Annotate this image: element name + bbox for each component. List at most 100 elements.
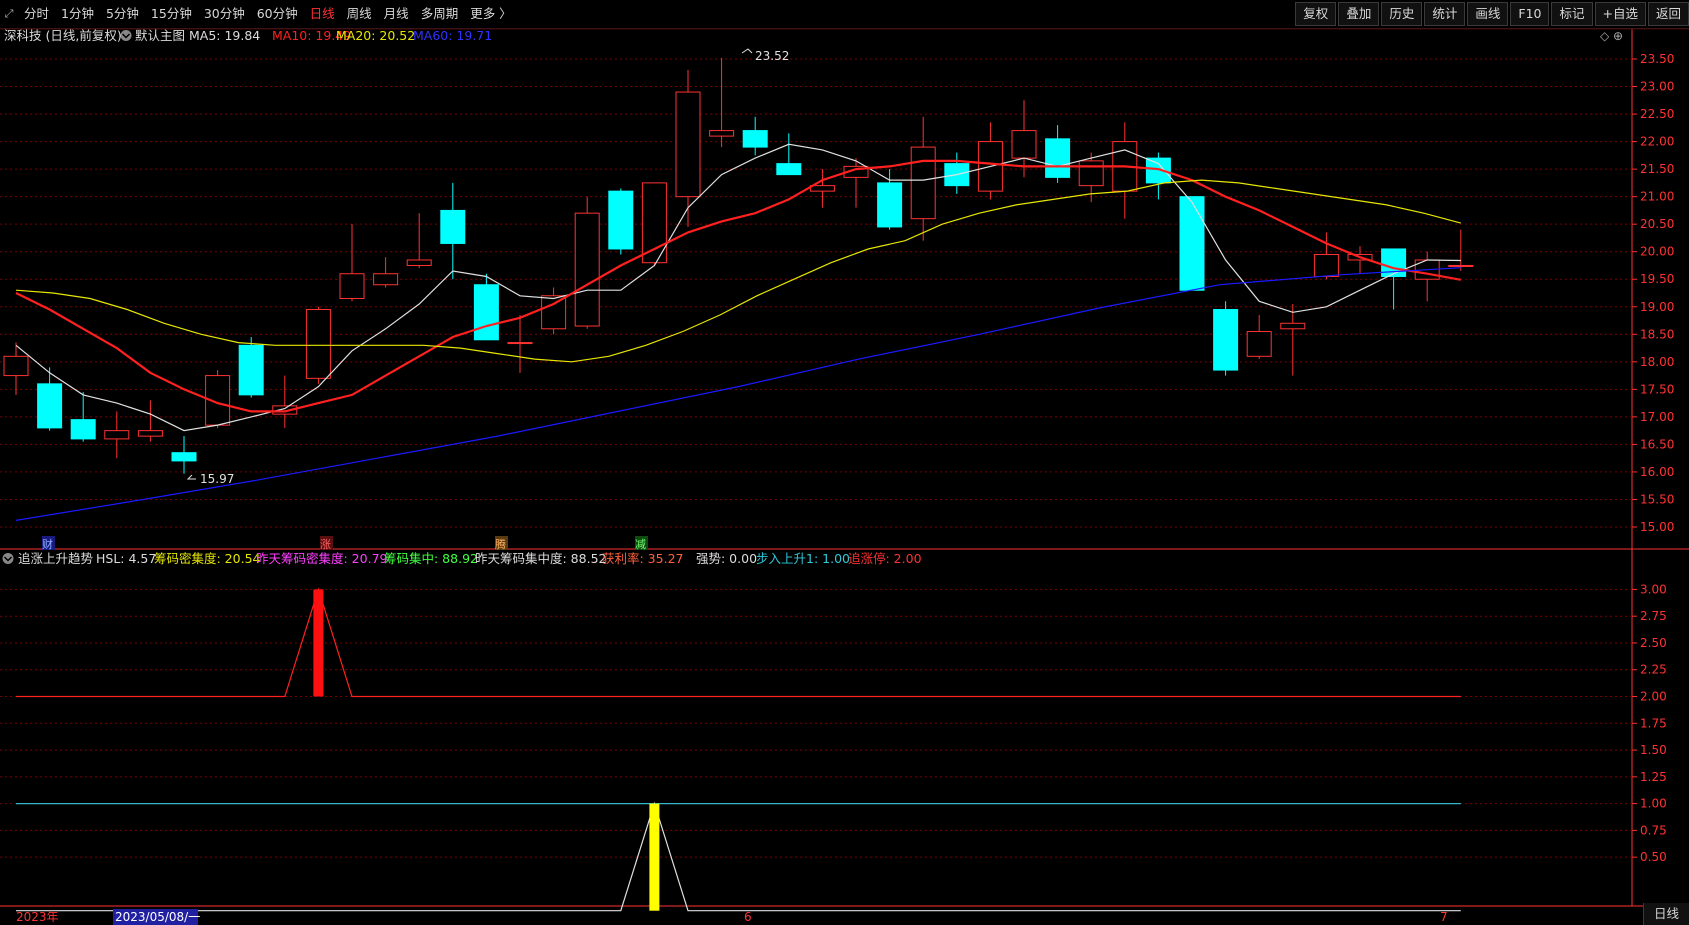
candle: [1448, 229, 1474, 271]
price-tick-label: 22.00: [1640, 135, 1674, 149]
candlestick-plot: [3, 57, 1474, 521]
month-label-7: 7: [1440, 910, 1448, 924]
price-tick-label: 21.50: [1640, 162, 1674, 176]
indicator-tick-label: 2.75: [1640, 609, 1667, 623]
candle: [541, 287, 567, 335]
candle-body: [1045, 138, 1071, 178]
candle: [104, 411, 130, 459]
indicator-line-2: [16, 801, 1461, 912]
indicator-tick-label: 0.50: [1640, 850, 1667, 864]
candle-body: [574, 212, 600, 327]
candle: [1246, 315, 1272, 360]
price-tick-label: 19.00: [1640, 300, 1674, 314]
candle-body: [70, 419, 96, 440]
min-price-label: 15.97: [200, 472, 234, 486]
candle-body: [171, 452, 197, 462]
price-tick-label: 23.00: [1640, 80, 1674, 94]
ma-line-ma20: [15, 179, 1461, 363]
candle-body: [675, 91, 701, 198]
indicator-name[interactable]: 追涨上升趋势: [18, 551, 94, 566]
candle: [238, 337, 264, 398]
candle: [507, 315, 533, 373]
event-marker-reduce-label: 减: [635, 538, 646, 551]
price-tick-label: 16.00: [1640, 465, 1674, 479]
candle: [675, 70, 701, 227]
price-tick-label: 18.50: [1640, 327, 1674, 341]
cmjz-label: 筹码集中: 88.92: [384, 551, 478, 566]
main-chart-header: 深科技 (日线,前复权) 默认主图 MA5: 19.84 MA10: 19.49…: [4, 28, 1623, 43]
date-axis: 2023年 2023/05/08/一 6 7: [16, 909, 1448, 925]
cursor-date-label: 2023/05/08/一: [115, 910, 200, 924]
price-tick-label: 18.00: [1640, 355, 1674, 369]
candle: [709, 57, 735, 148]
status-bar: 日线: [1642, 903, 1689, 925]
main-chart-name[interactable]: 默认主图: [135, 28, 185, 43]
zt-cmjz-label: 昨天筹码集中度: 88.52: [475, 551, 606, 566]
period-status-button[interactable]: 日线: [1642, 903, 1689, 925]
indicator-tick-label: 1.00: [1640, 797, 1667, 811]
candle: [944, 152, 970, 194]
candle: [574, 196, 600, 329]
candle-body: [1011, 130, 1037, 159]
candle: [3, 342, 29, 395]
candle-body: [1280, 322, 1306, 330]
event-marker-news-label: 腾: [495, 537, 506, 551]
event-marker-limitup-label: 涨: [320, 538, 331, 551]
candle-body: [541, 295, 567, 330]
candle-body: [1448, 264, 1474, 267]
price-tick-label: 15.50: [1640, 492, 1674, 506]
chart-settings-icons[interactable]: ◇ ⊕: [1600, 29, 1623, 43]
candle-body: [742, 130, 768, 148]
min-arrow-icon: [186, 474, 196, 480]
ma20-label: MA20: 20.52: [336, 28, 415, 43]
indicator-tick-label: 2.00: [1640, 690, 1667, 704]
zzt-label: 追涨停: 2.00: [848, 551, 922, 566]
hll-label: 获利率: 35.27: [602, 551, 683, 566]
candle: [339, 224, 365, 302]
ma5-label: MA5: 19.84: [189, 28, 260, 43]
candle-body: [1179, 196, 1205, 291]
month-label-6: 6: [744, 910, 752, 924]
price-tick-label: 15.00: [1640, 520, 1674, 534]
ma-line-ma10: [15, 159, 1461, 413]
candle-body: [473, 284, 499, 341]
price-tick-label: 17.00: [1640, 410, 1674, 424]
candle-body: [709, 130, 735, 137]
candle: [171, 436, 197, 474]
indicator-menu-icon[interactable]: [2, 553, 14, 564]
stock-chart[interactable]: 深科技 (日线,前复权) 默认主图 MA5: 19.84 MA10: 19.49…: [0, 0, 1689, 925]
candle: [1179, 196, 1205, 291]
cmj-label: 筹码密集度: 20.54: [154, 551, 261, 566]
price-tick-label: 22.50: [1640, 107, 1674, 121]
indicator-plot: [16, 587, 1461, 912]
candle: [809, 169, 835, 208]
qs-label: 强势: 0.00: [696, 551, 757, 566]
indicator-tick-label: 0.75: [1640, 823, 1667, 837]
candle-body: [238, 344, 264, 396]
price-tick-label: 16.50: [1640, 437, 1674, 451]
candle-body: [1313, 253, 1339, 277]
candle-body: [37, 383, 63, 429]
ma-line-ma5: [15, 143, 1461, 432]
candle: [137, 400, 163, 442]
price-tick-label: 17.50: [1640, 382, 1674, 396]
candle: [742, 116, 768, 156]
ma60-label: MA60: 19.71: [413, 28, 492, 43]
candle-body: [339, 273, 365, 300]
candle: [37, 367, 63, 431]
price-tick-label: 21.00: [1640, 190, 1674, 204]
candle-body: [104, 430, 130, 440]
candle-body: [406, 259, 432, 266]
indicator-axis: 3.00 2.75 2.50 2.25 2.00 1.75 1.50 1.25 1.00 0.75…: [1632, 582, 1667, 864]
candle-body: [305, 309, 331, 379]
grid-layer: [0, 28, 1689, 907]
max-arrow-icon: [741, 48, 753, 54]
candle-body: [1246, 331, 1272, 357]
indicator-tick-label: 3.00: [1640, 582, 1667, 596]
candle-body: [373, 273, 399, 286]
brss-label: 步入上升1: 1.00: [756, 551, 850, 566]
price-tick-label: 20.50: [1640, 217, 1674, 231]
candle: [1280, 304, 1306, 376]
chart-menu-icon[interactable]: [120, 30, 132, 41]
max-price-label: 23.52: [755, 49, 789, 63]
